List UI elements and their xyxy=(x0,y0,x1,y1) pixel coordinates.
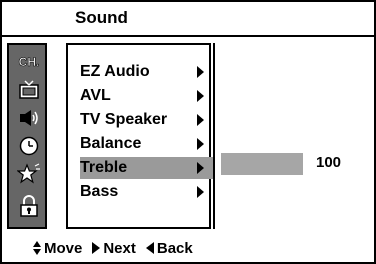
channel-icon[interactable]: CH. xyxy=(17,51,41,73)
clock-icon[interactable] xyxy=(17,135,41,157)
value-panel: 100 xyxy=(213,43,372,229)
submenu-arrow-icon xyxy=(197,186,204,198)
nav-back-label: Back xyxy=(156,239,193,257)
treble-value: 100 xyxy=(316,154,342,171)
title-bar: Sound xyxy=(2,2,374,37)
lock-icon[interactable] xyxy=(17,195,41,217)
menu-item-avl[interactable]: AVL xyxy=(80,85,208,107)
up-down-arrow-icon xyxy=(33,241,41,255)
menu-item-balance[interactable]: Balance xyxy=(80,133,208,155)
sound-menu-window: Sound CH. EZ Audio AVL TV Speaker Balanc… xyxy=(0,0,376,264)
channel-icon-text: CH. xyxy=(18,55,40,70)
menu-item-bass[interactable]: Bass xyxy=(80,181,208,203)
icon-sidebar: CH. xyxy=(7,43,47,229)
tv-icon[interactable] xyxy=(17,79,41,101)
menu-item-label: Treble xyxy=(80,159,128,176)
nav-move-label: Move xyxy=(44,239,83,257)
nav-hint-bar: Move Next Back xyxy=(2,234,203,262)
submenu-arrow-icon xyxy=(197,66,204,78)
sound-menu-list: EZ Audio AVL TV Speaker Balance Treble Bass xyxy=(66,43,213,229)
menu-item-label: Bass xyxy=(80,183,119,200)
left-arrow-icon xyxy=(145,242,154,254)
nav-back: Back xyxy=(145,239,193,257)
submenu-arrow-icon xyxy=(197,138,204,150)
menu-item-label: AVL xyxy=(80,87,111,104)
speaker-icon[interactable] xyxy=(17,107,41,129)
nav-next-label: Next xyxy=(103,239,136,257)
menu-item-label: EZ Audio xyxy=(80,63,150,80)
nav-next: Next xyxy=(92,240,136,257)
menu-item-treble[interactable]: Treble xyxy=(80,157,213,179)
nav-move: Move xyxy=(33,240,82,257)
treble-level-bar[interactable] xyxy=(221,153,303,175)
menu-item-label: Balance xyxy=(80,135,142,152)
menu-item-ez-audio[interactable]: EZ Audio xyxy=(80,61,208,83)
submenu-arrow-icon xyxy=(197,90,204,102)
page-title: Sound xyxy=(75,8,128,27)
star-icon[interactable] xyxy=(17,163,41,185)
menu-item-tv-speaker[interactable]: TV Speaker xyxy=(80,109,208,131)
right-arrow-icon xyxy=(92,242,101,254)
submenu-arrow-icon xyxy=(197,162,204,174)
menu-item-label: TV Speaker xyxy=(80,111,168,128)
submenu-arrow-icon xyxy=(197,114,204,126)
